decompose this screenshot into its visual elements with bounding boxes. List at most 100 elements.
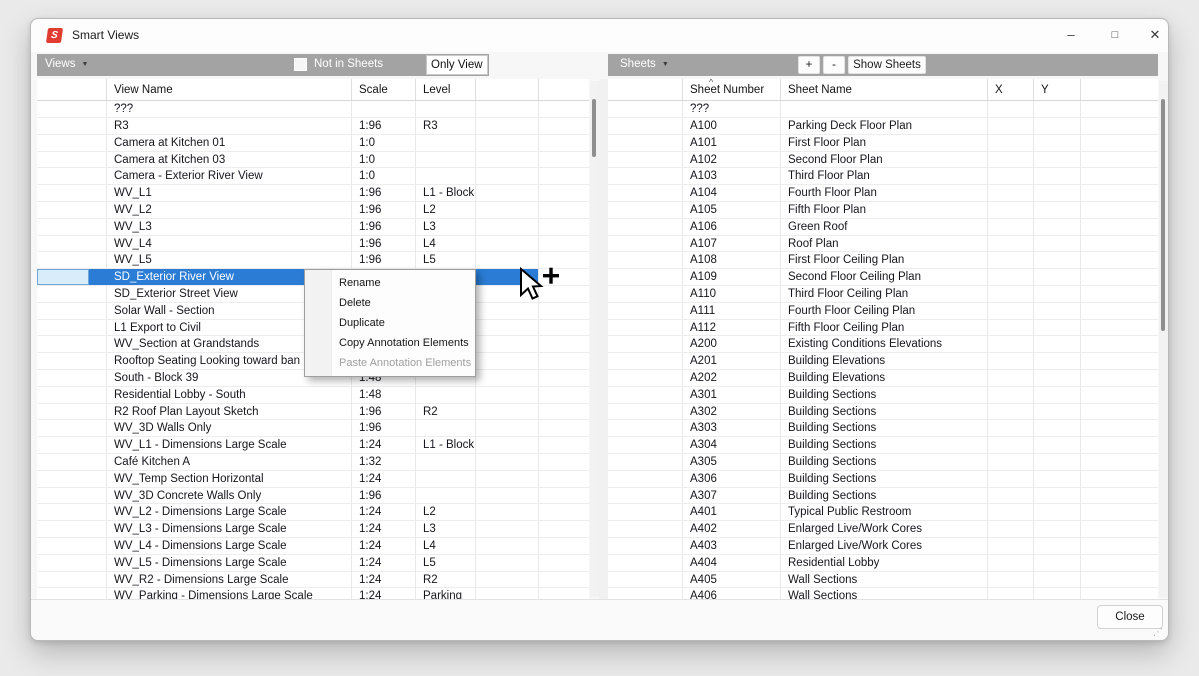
table-row[interactable]: A107 Roof Plan	[608, 235, 1158, 253]
cell-level	[416, 470, 476, 487]
remove-sheet-button[interactable]: -	[823, 56, 845, 74]
scrollbar-thumb[interactable]	[1161, 99, 1165, 331]
table-row[interactable]: WV_L2 - Dimensions Large Scale 1:24 L2	[37, 504, 589, 522]
cell-scale: 1:0	[352, 168, 416, 185]
views-scrollbar[interactable]	[590, 81, 599, 597]
table-row[interactable]: A307 Building Sections	[608, 487, 1158, 505]
cell-name: Wall Sections	[781, 588, 988, 599]
views-menu-button[interactable]: Views ▼	[45, 58, 88, 70]
table-row[interactable]: A102 Second Floor Plan	[608, 151, 1158, 169]
column-header-sheet-number[interactable]: ^ Sheet Number	[683, 79, 781, 100]
table-row[interactable]: A305 Building Sections	[608, 453, 1158, 471]
table-row[interactable]: A403 Enlarged Live/Work Cores	[608, 537, 1158, 555]
table-row[interactable]: R2 Roof Plan Layout Sketch 1:96 R2	[37, 403, 589, 421]
show-sheets-button[interactable]: Show Sheets	[848, 56, 926, 74]
filter-row[interactable]: ???	[608, 101, 1158, 118]
menu-item-copy-annotation-elements[interactable]: Copy Annotation Elements	[305, 333, 475, 353]
menu-item-delete[interactable]: Delete	[305, 293, 475, 313]
table-row[interactable]: Camera - Exterior River View 1:0	[37, 168, 589, 186]
resize-grip[interactable]: ⋰	[1153, 627, 1165, 639]
table-row[interactable]: A103 Third Floor Plan	[608, 168, 1158, 186]
table-row[interactable]: A109 Second Floor Ceiling Plan	[608, 269, 1158, 286]
add-sheet-button[interactable]: +	[798, 56, 820, 74]
table-row[interactable]: A201 Building Elevations	[608, 353, 1158, 370]
table-row[interactable]: WV_Parking - Dimensions Large Scale 1:24 P…	[37, 588, 589, 599]
table-row[interactable]: WV_L3 1:96 L3	[37, 218, 589, 236]
table-row[interactable]: A200 Existing Conditions Elevations	[608, 336, 1158, 354]
column-header-scale[interactable]: Scale	[352, 79, 416, 100]
table-row[interactable]: A405 Wall Sections	[608, 571, 1158, 589]
empty-cell	[539, 236, 589, 252]
table-row[interactable]: Camera at Kitchen 03 1:0	[37, 151, 589, 169]
table-row[interactable]: WV_3D Concrete Walls Only 1:96	[37, 487, 589, 505]
column-header-view-name[interactable]: View Name	[107, 79, 352, 100]
table-row[interactable]: A302 Building Sections	[608, 403, 1158, 421]
empty-cell	[476, 151, 539, 168]
close-window-button[interactable]: ✕	[1137, 19, 1168, 51]
table-row[interactable]: WV_L2 1:96 L2	[37, 201, 589, 219]
empty-cell	[1081, 252, 1158, 268]
table-row[interactable]: A108 First Floor Ceiling Plan	[608, 252, 1158, 270]
cell-name: WV_3D Concrete Walls Only	[107, 487, 352, 504]
sheets-menu-button[interactable]: Sheets ▼	[620, 58, 669, 70]
table-row[interactable]: WV_L5 - Dimensions Large Scale 1:24 L5	[37, 554, 589, 572]
table-row[interactable]: WV_L3 - Dimensions Large Scale 1:24 L3	[37, 521, 589, 538]
table-row[interactable]: WV_L11:96L1 - Block...	[37, 185, 589, 202]
table-row[interactable]: A101 First Floor Plan	[608, 134, 1158, 152]
empty-cell	[476, 168, 539, 185]
table-row[interactable]: A104 Fourth Floor Plan	[608, 185, 1158, 202]
table-row[interactable]: WV_3D Walls Only 1:96	[37, 420, 589, 438]
empty-cell	[539, 572, 589, 588]
table-row[interactable]: A111 Fourth Floor Ceiling Plan	[608, 302, 1158, 320]
column-header-level[interactable]: Level	[416, 79, 476, 100]
table-row[interactable]: A401 Typical Public Restroom	[608, 504, 1158, 522]
cell-scale: 1:96	[352, 118, 416, 134]
table-row[interactable]: WV_R2 - Dimensions Large Scale 1:24 R2	[37, 571, 589, 589]
table-row[interactable]: WV_L5 1:96 L5	[37, 252, 589, 270]
table-row[interactable]: A301 Building Sections	[608, 386, 1158, 404]
table-row[interactable]: A112 Fifth Floor Ceiling Plan	[608, 319, 1158, 337]
table-row[interactable]: Camera at Kitchen 01 1:0	[37, 134, 589, 152]
column-header-empty	[476, 79, 539, 100]
table-row[interactable]: WV_Temp Section Horizontal 1:24	[37, 470, 589, 488]
table-row[interactable]: A306 Building Sections	[608, 470, 1158, 488]
empty-cell	[1081, 488, 1158, 504]
table-row[interactable]: WV_L1 - Dimensions Large Scale 1:24 L1 - B…	[37, 437, 589, 454]
table-row[interactable]: A404 Residential Lobby	[608, 554, 1158, 572]
menu-item-rename[interactable]: Rename	[305, 273, 475, 293]
table-row[interactable]: A106 Green Roof	[608, 218, 1158, 236]
maximize-button[interactable]: □	[1097, 19, 1133, 51]
table-row[interactable]: A406 Wall Sections	[608, 588, 1158, 599]
filter-cell	[988, 101, 1034, 117]
table-row[interactable]: WV_L4 1:96 L4	[37, 235, 589, 253]
column-header-y[interactable]: Y	[1034, 79, 1081, 100]
menu-item-duplicate[interactable]: Duplicate	[305, 313, 475, 333]
row-header-cell	[608, 269, 683, 285]
column-header-x[interactable]: X	[988, 79, 1034, 100]
cell-scale: 1:96	[352, 201, 416, 218]
table-row[interactable]: A100 Parking Deck Floor Plan	[608, 118, 1158, 135]
cell-number: A101	[683, 134, 781, 151]
table-row[interactable]: Residential Lobby - South 1:48	[37, 386, 589, 404]
sheets-scrollbar[interactable]	[1159, 81, 1168, 597]
views-filter-input[interactable]	[426, 55, 488, 75]
table-row[interactable]: A105 Fifth Floor Plan	[608, 201, 1158, 219]
table-row[interactable]: WV_L4 - Dimensions Large Scale 1:24 L4	[37, 537, 589, 555]
cell-y	[1034, 386, 1081, 403]
table-row[interactable]: Café Kitchen A 1:32	[37, 453, 589, 471]
scrollbar-thumb[interactable]	[592, 99, 596, 157]
table-row[interactable]: A304 Building Sections	[608, 437, 1158, 454]
table-row[interactable]: A303 Building Sections	[608, 420, 1158, 438]
filter-row[interactable]: ???	[37, 101, 589, 118]
table-row[interactable]: A402 Enlarged Live/Work Cores	[608, 521, 1158, 538]
table-row[interactable]: A110 Third Floor Ceiling Plan	[608, 285, 1158, 303]
column-header-sheet-name[interactable]: Sheet Name	[781, 79, 988, 100]
table-row[interactable]: A202 Building Elevations	[608, 369, 1158, 387]
close-dialog-button[interactable]: Close	[1097, 605, 1163, 629]
minimize-button[interactable]: –	[1053, 19, 1089, 51]
row-header-cell	[37, 403, 107, 420]
cell-x	[988, 521, 1034, 537]
table-row[interactable]: R3 1:96 R3	[37, 118, 589, 135]
empty-cell	[539, 437, 589, 453]
not-in-sheets-checkbox[interactable]	[294, 58, 307, 71]
